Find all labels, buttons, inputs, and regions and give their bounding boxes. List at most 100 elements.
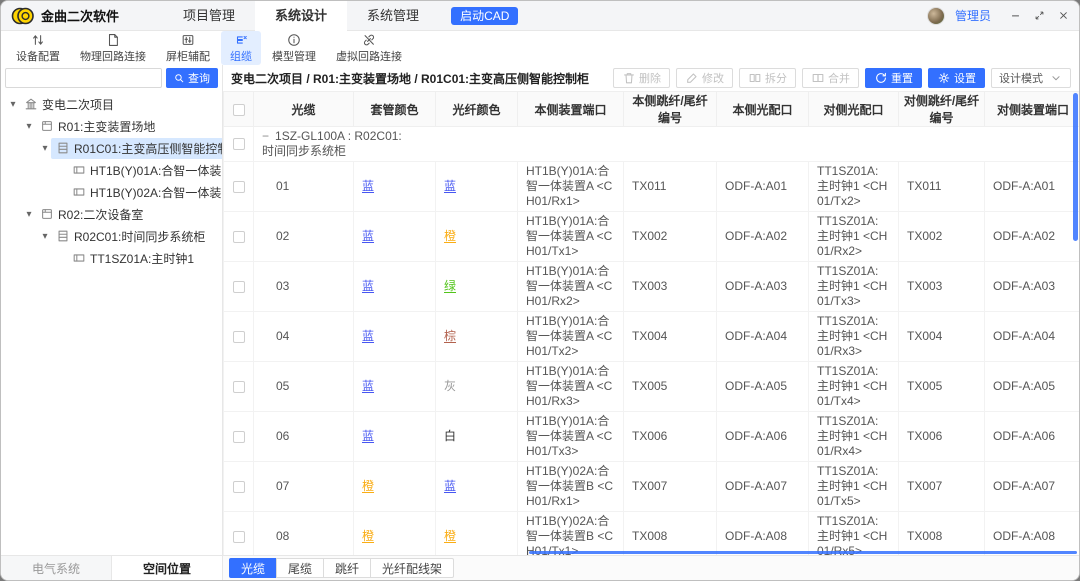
tree-item-chip[interactable]: 变电二次项目 xyxy=(19,94,119,115)
table-cell: ODF-A:A04 xyxy=(717,312,809,362)
color-cell: 白 xyxy=(436,412,518,462)
tree-item-chip[interactable]: R01C01:主变高压侧智能控制柜 xyxy=(51,138,222,159)
caret-down-icon[interactable]: ▾ xyxy=(23,121,35,132)
search-button[interactable]: 查询 xyxy=(166,68,218,88)
color-value[interactable]: 橙 xyxy=(362,529,374,543)
tree-item[interactable]: ▾变电二次项目 xyxy=(1,93,222,115)
row-checkbox-cell xyxy=(224,262,254,312)
collapse-icon[interactable]: − xyxy=(262,129,269,143)
toolbar-item[interactable]: 虚拟回路连接 xyxy=(327,31,411,65)
table-cell: ODF-A:A03 xyxy=(985,262,1080,312)
chevron-down-icon xyxy=(1049,71,1063,85)
toolbar-item[interactable]: 模型管理 xyxy=(263,31,325,65)
tree-item-chip[interactable]: TT1SZ01A:主时钟1 xyxy=(67,248,199,269)
color-value[interactable]: 橙 xyxy=(362,479,374,493)
tree-item[interactable]: ▾R02C01:时间同步系统柜 xyxy=(1,225,222,247)
row-checkbox[interactable] xyxy=(233,181,245,193)
building-icon xyxy=(24,97,38,111)
row-checkbox[interactable] xyxy=(233,381,245,393)
avatar[interactable] xyxy=(927,7,945,25)
row-checkbox[interactable] xyxy=(233,481,245,493)
color-value[interactable]: 蓝 xyxy=(362,429,374,443)
color-value[interactable]: 蓝 xyxy=(362,179,374,193)
vertical-scrollbar[interactable] xyxy=(1073,93,1078,241)
row-checkbox[interactable] xyxy=(233,531,245,543)
table-cell: TX004 xyxy=(899,312,985,362)
cable-icon xyxy=(234,32,248,48)
refresh-icon xyxy=(874,71,888,85)
top-menu-item[interactable]: 系统设计 xyxy=(255,1,347,31)
row-checkbox[interactable] xyxy=(233,281,245,293)
table-bottom-tab[interactable]: 尾缆 xyxy=(276,558,324,578)
action-button[interactable]: 设置 xyxy=(928,68,985,88)
color-value[interactable]: 橙 xyxy=(444,529,456,543)
toolbar-item[interactable]: 屏柜辅配 xyxy=(157,31,219,65)
cable-no-cell: 03 xyxy=(254,262,354,312)
color-value[interactable]: 蓝 xyxy=(362,279,374,293)
tree-item-chip[interactable]: HT1B(Y)02A:合智一体装置B xyxy=(67,182,222,203)
row-checkbox[interactable] xyxy=(233,231,245,243)
tree-item[interactable]: TT1SZ01A:主时钟1 xyxy=(1,247,222,269)
tree-item[interactable]: HT1B(Y)02A:合智一体装置B xyxy=(1,181,222,203)
color-value[interactable]: 蓝 xyxy=(444,179,456,193)
horizontal-scrollbar[interactable] xyxy=(529,551,1077,554)
caret-down-icon[interactable]: ▾ xyxy=(23,209,35,220)
sidebar-bottom-tab[interactable]: 电气系统 xyxy=(1,556,112,580)
breadcrumb: 变电二次项目 / R01:主变装置场地 / R01C01:主变高压侧智能控制柜 xyxy=(231,70,589,87)
cable-no-cell: 02 xyxy=(254,212,354,262)
color-cell: 蓝 xyxy=(354,212,436,262)
table-row: 04蓝棕HT1B(Y)01A:合智一体装置A <CH01/Tx2>TX004OD… xyxy=(224,312,1080,362)
maximize-button[interactable] xyxy=(1033,10,1045,22)
search-input[interactable] xyxy=(5,68,162,88)
color-value[interactable]: 灰 xyxy=(444,379,456,393)
action-button: 删除 xyxy=(613,68,670,88)
tree-item[interactable]: ▾R02:二次设备室 xyxy=(1,203,222,225)
design-mode-select[interactable]: 设计模式 xyxy=(991,68,1071,88)
color-value[interactable]: 蓝 xyxy=(362,379,374,393)
username[interactable]: 管理员 xyxy=(955,7,991,24)
row-checkbox-cell xyxy=(224,412,254,462)
caret-down-icon[interactable]: ▾ xyxy=(39,143,51,154)
tree-item-chip[interactable]: HT1B(Y)01A:合智一体装置A xyxy=(67,160,222,181)
table-cell: TT1SZ01A:主时钟1 <CH01/Tx4> xyxy=(809,362,899,412)
broken-link-icon xyxy=(362,32,376,48)
color-value[interactable]: 蓝 xyxy=(362,329,374,343)
table-cell: TX011 xyxy=(624,162,717,212)
color-value[interactable]: 棕 xyxy=(444,329,456,343)
toolbar-item[interactable]: 组缆 xyxy=(221,31,261,65)
device-icon xyxy=(72,185,86,199)
tree-item-chip[interactable]: R01:主变装置场地 xyxy=(35,116,160,137)
tree-item-chip[interactable]: R02:二次设备室 xyxy=(35,204,148,225)
caret-down-icon[interactable]: ▾ xyxy=(7,99,19,110)
table-bottom-tab[interactable]: 光缆 xyxy=(229,558,277,578)
row-checkbox[interactable] xyxy=(233,431,245,443)
color-value[interactable]: 绿 xyxy=(444,279,456,293)
toolbar-item[interactable]: 物理回路连接 xyxy=(71,31,155,65)
color-value[interactable]: 橙 xyxy=(444,229,456,243)
color-value[interactable]: 蓝 xyxy=(362,229,374,243)
column-header: 套管颜色 xyxy=(354,92,436,127)
color-value[interactable]: 蓝 xyxy=(444,479,456,493)
table-bottom-tab[interactable]: 光纤配线架 xyxy=(370,558,454,578)
row-checkbox[interactable] xyxy=(233,138,245,150)
table-cell: TX007 xyxy=(624,462,717,512)
table-bottom-tab[interactable]: 跳纤 xyxy=(323,558,371,578)
select-all-checkbox[interactable] xyxy=(233,104,245,116)
launch-cad-button[interactable]: 启动CAD xyxy=(451,7,518,25)
top-menu-item[interactable]: 系统管理 xyxy=(347,1,439,31)
tree-item[interactable]: ▾R01C01:主变高压侧智能控制柜 xyxy=(1,137,222,159)
toolbar-item[interactable]: 设备配置 xyxy=(7,31,69,65)
caret-down-icon[interactable]: ▾ xyxy=(39,231,51,242)
top-menu-item[interactable]: 项目管理 xyxy=(163,1,255,31)
action-button[interactable]: 重置 xyxy=(865,68,922,88)
minimize-button[interactable] xyxy=(1009,10,1021,22)
tree-item[interactable]: HT1B(Y)01A:合智一体装置A xyxy=(1,159,222,181)
tree-item[interactable]: ▾R01:主变装置场地 xyxy=(1,115,222,137)
sidebar-bottom-tab[interactable]: 空间位置 xyxy=(112,556,222,580)
row-checkbox[interactable] xyxy=(233,331,245,343)
color-cell: 蓝 xyxy=(354,262,436,312)
color-value[interactable]: 白 xyxy=(444,429,456,443)
table-cell: ODF-A:A07 xyxy=(717,462,809,512)
tree-item-chip[interactable]: R02C01:时间同步系统柜 xyxy=(51,226,210,247)
close-button[interactable] xyxy=(1057,10,1069,22)
